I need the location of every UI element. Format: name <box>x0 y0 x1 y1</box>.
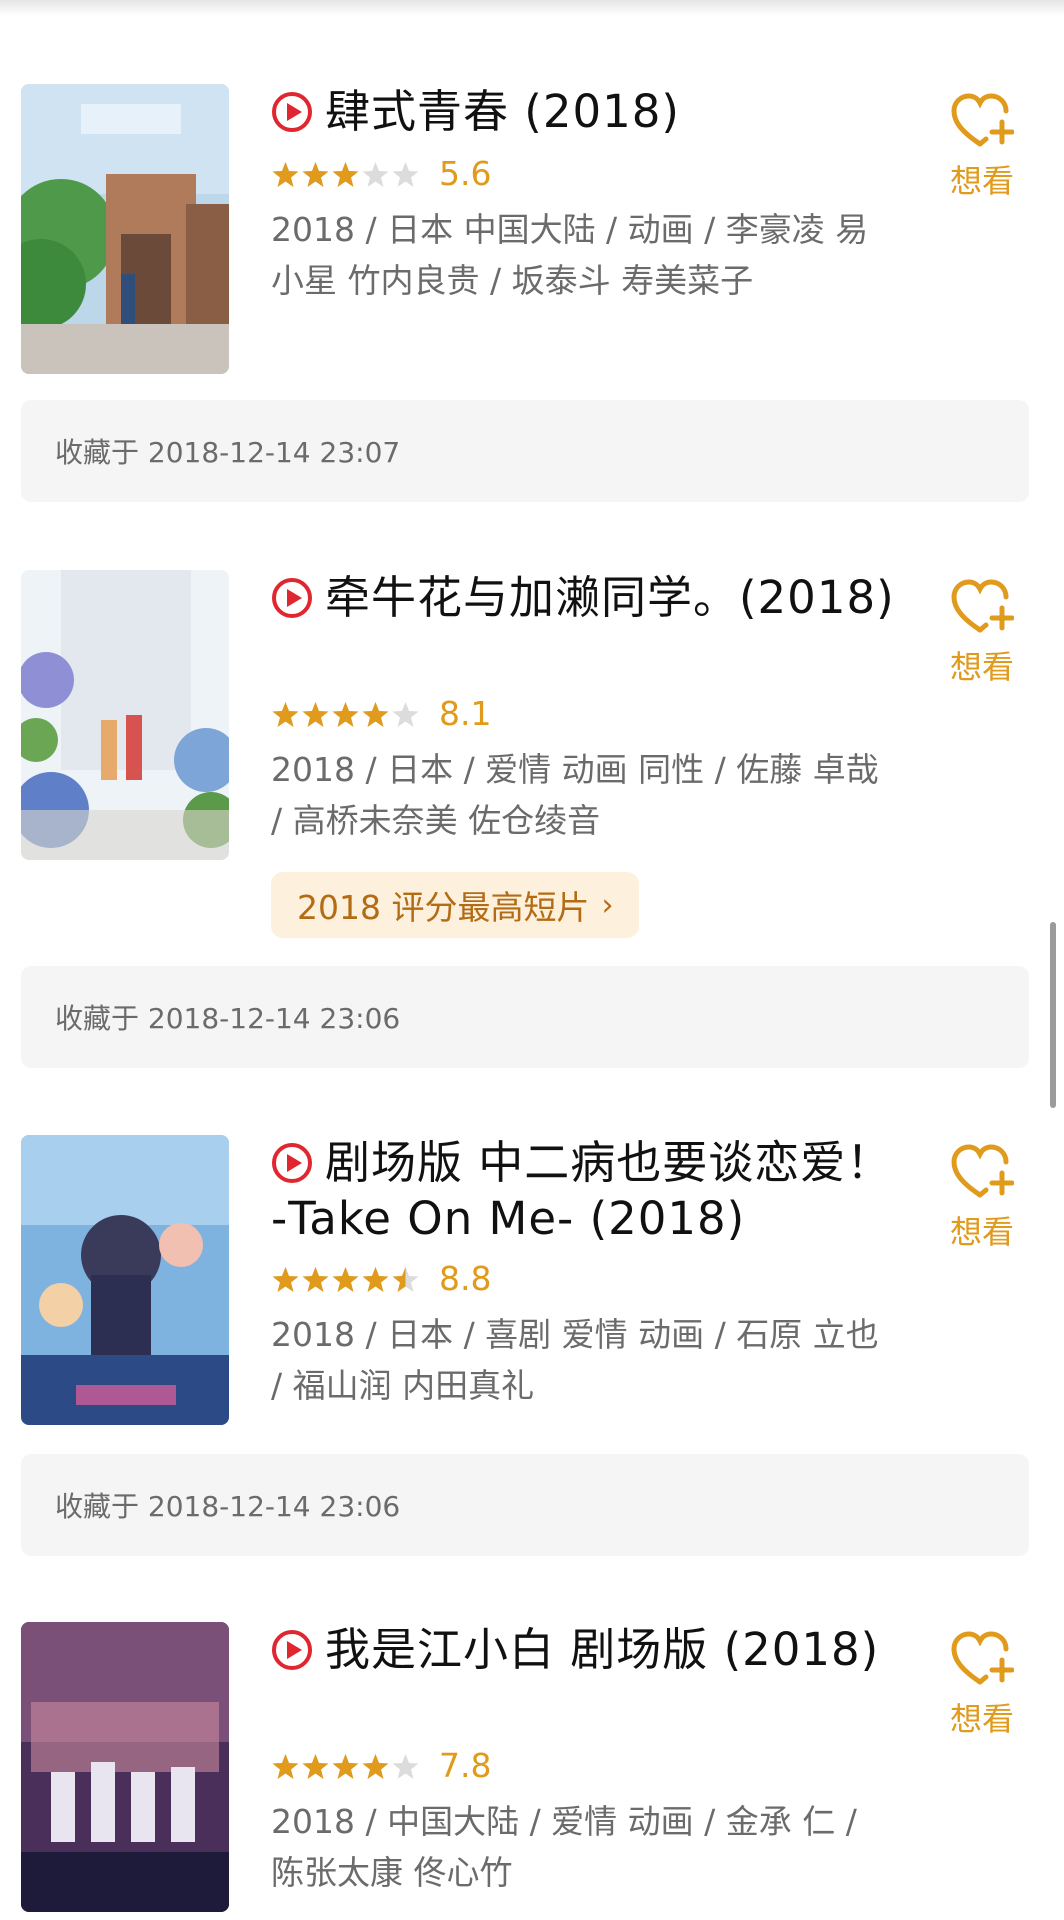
star-icon <box>392 1266 419 1292</box>
want-label: 想看 <box>949 1213 1014 1251</box>
star-icon <box>392 701 419 727</box>
title-row[interactable]: 我是江小白 剧场版 (2018) <box>271 1622 901 1678</box>
movie-title: 我是江小白 剧场版 (2018) <box>325 1623 880 1676</box>
star-icon <box>332 1266 359 1292</box>
movie-meta: 2018 / 中国大陆 / 爱情 动画 / 金承 仁 / 陈张太康 佟心竹 <box>271 1802 857 1892</box>
star-rating <box>271 1265 421 1294</box>
poster-image[interactable] <box>21 1622 229 1912</box>
rating: 5.6 <box>271 154 491 194</box>
star-icon <box>272 1266 299 1292</box>
score: 7.8 <box>439 1746 492 1785</box>
movie-title: 牵牛花与加濑同学。(2018) <box>325 571 895 624</box>
top-shadow <box>0 0 1064 16</box>
star-icon <box>332 161 359 187</box>
star-icon <box>302 1753 329 1779</box>
title-row[interactable]: 剧场版 中二病也要谈恋爱！ -Take On Me- (2018) <box>271 1135 901 1247</box>
want-label: 想看 <box>949 162 1014 200</box>
star-icon <box>362 1266 389 1292</box>
chevron-right-icon: › <box>601 887 614 923</box>
rating: 8.8 <box>271 1259 491 1299</box>
star-icon <box>272 161 299 187</box>
rating: 8.1 <box>271 694 491 734</box>
star-icon <box>332 1753 359 1779</box>
star-icon <box>302 701 329 727</box>
saved-timestamp: 收藏于 2018-12-14 23:06 <box>21 966 1029 1068</box>
star-icon <box>362 161 389 187</box>
poster-image[interactable] <box>21 570 229 860</box>
star-icon <box>302 161 329 187</box>
star-icon <box>302 1266 329 1292</box>
heart-plus-icon <box>951 579 1014 633</box>
star-icon <box>362 1753 389 1779</box>
want-label: 想看 <box>949 1700 1014 1738</box>
play-icon <box>272 578 312 618</box>
star-icon <box>332 701 359 727</box>
star-icon <box>392 1753 419 1779</box>
movie-meta: 2018 / 日本 / 爱情 动画 同性 / 佐藤 卓哉 / 高桥未奈美 佐仓绫… <box>271 750 879 840</box>
play-icon <box>272 1143 312 1183</box>
score: 8.1 <box>439 694 492 733</box>
title-row[interactable]: 肆式青春 (2018) <box>271 84 901 140</box>
saved-timestamp: 收藏于 2018-12-14 23:07 <box>21 400 1029 502</box>
poster-image[interactable] <box>21 1135 229 1425</box>
star-icon <box>392 161 419 187</box>
want-to-watch-button[interactable]: 想看 <box>940 1630 1024 1740</box>
title-row[interactable]: 牵牛花与加濑同学。(2018) <box>271 570 901 626</box>
score: 8.8 <box>439 1259 492 1298</box>
star-rating <box>271 1752 421 1781</box>
movie-meta: 2018 / 日本 中国大陆 / 动画 / 李豪凌 易小星 竹内良贵 / 坂泰斗… <box>271 210 869 300</box>
want-label: 想看 <box>949 648 1014 686</box>
star-icon <box>272 701 299 727</box>
star-icon <box>272 1753 299 1779</box>
ranking-tag[interactable]: 2018 评分最高短片 › <box>271 872 640 938</box>
heart-plus-icon <box>951 1144 1014 1198</box>
star-icon <box>362 701 389 727</box>
poster-image[interactable] <box>21 84 229 374</box>
heart-plus-icon <box>951 1631 1014 1685</box>
movie-meta: 2018 / 日本 / 喜剧 爱情 动画 / 石原 立也 / 福山润 内田真礼 <box>271 1315 879 1405</box>
score: 5.6 <box>439 154 492 193</box>
want-to-watch-button[interactable]: 想看 <box>940 92 1024 202</box>
ranking-tag-label: 2018 评分最高短片 <box>297 888 590 927</box>
play-icon <box>272 1630 312 1670</box>
scrollbar[interactable] <box>1050 922 1056 1108</box>
play-icon <box>272 92 312 132</box>
movie-title: 剧场版 中二病也要谈恋爱！ -Take On Me- (2018) <box>271 1136 893 1245</box>
heart-plus-icon <box>951 93 1014 147</box>
want-to-watch-button[interactable]: 想看 <box>940 1143 1024 1253</box>
star-rating <box>271 160 421 189</box>
rating: 7.8 <box>271 1746 491 1786</box>
saved-timestamp: 收藏于 2018-12-14 23:06 <box>21 1454 1029 1556</box>
star-rating <box>271 700 421 729</box>
want-to-watch-button[interactable]: 想看 <box>940 578 1024 688</box>
movie-title: 肆式青春 (2018) <box>325 85 680 138</box>
